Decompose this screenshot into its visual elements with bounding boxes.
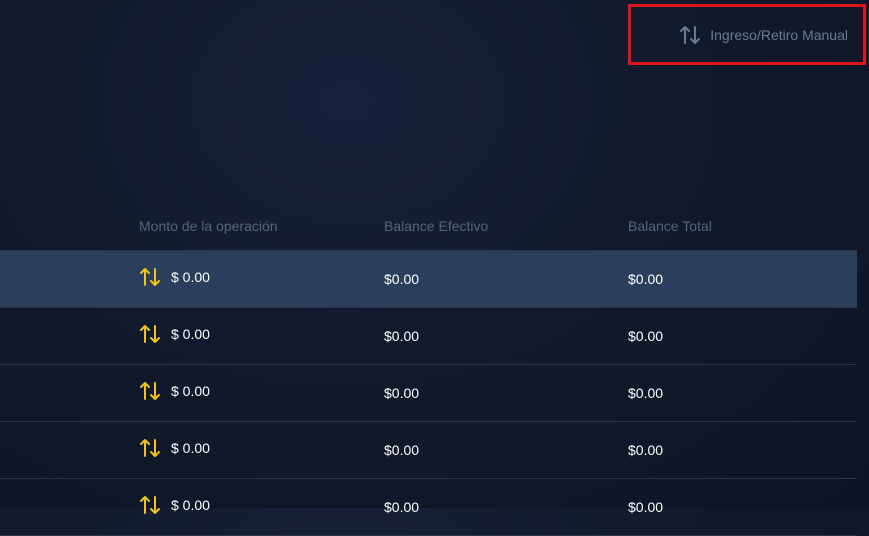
transfer-arrows-icon bbox=[139, 380, 161, 402]
column-header-amount: Monto de la operación bbox=[139, 218, 278, 234]
transactions-table: $ 0.00 $0.00 $0.00 $ 0.00 $0.00 $0.00 $ … bbox=[0, 250, 857, 536]
table-row[interactable]: $ 0.00 $0.00 $0.00 bbox=[0, 308, 857, 365]
transfer-arrows-icon bbox=[139, 266, 161, 288]
amount-value: $ 0.00 bbox=[171, 326, 210, 342]
manual-deposit-withdraw-button[interactable]: Ingreso/Retiro Manual bbox=[628, 4, 866, 65]
column-header-effective-balance: Balance Efectivo bbox=[384, 218, 489, 234]
total-balance-cell: $0.00 bbox=[628, 328, 664, 344]
table-row[interactable]: $ 0.00 $0.00 $0.00 bbox=[0, 422, 857, 479]
amount-cell: $ 0.00 bbox=[139, 306, 210, 362]
amount-cell: $ 0.00 bbox=[139, 477, 210, 533]
amount-cell: $ 0.00 bbox=[139, 363, 210, 419]
table-header: Monto de la operación Balance Efectivo B… bbox=[0, 214, 857, 238]
table-row[interactable]: $ 0.00 $0.00 $0.00 bbox=[0, 365, 857, 422]
column-header-total-balance: Balance Total bbox=[628, 218, 712, 234]
manual-deposit-withdraw-label: Ingreso/Retiro Manual bbox=[710, 26, 848, 43]
total-balance-cell: $0.00 bbox=[628, 271, 664, 287]
table-row[interactable]: $ 0.00 $0.00 $0.00 bbox=[0, 250, 857, 308]
transfer-arrows-icon bbox=[139, 437, 161, 459]
effective-balance-cell: $0.00 bbox=[384, 385, 420, 401]
amount-value: $ 0.00 bbox=[171, 383, 210, 399]
total-balance-cell: $0.00 bbox=[628, 385, 664, 401]
effective-balance-cell: $0.00 bbox=[384, 328, 420, 344]
amount-cell: $ 0.00 bbox=[139, 420, 210, 476]
transfer-arrows-icon bbox=[679, 24, 701, 46]
effective-balance-cell: $0.00 bbox=[384, 499, 420, 515]
total-balance-cell: $0.00 bbox=[628, 499, 664, 515]
amount-value: $ 0.00 bbox=[171, 497, 210, 513]
transfer-arrows-icon bbox=[139, 494, 161, 516]
amount-value: $ 0.00 bbox=[171, 440, 210, 456]
effective-balance-cell: $0.00 bbox=[384, 271, 420, 287]
amount-value: $ 0.00 bbox=[171, 269, 210, 285]
effective-balance-cell: $0.00 bbox=[384, 442, 420, 458]
total-balance-cell: $0.00 bbox=[628, 442, 664, 458]
amount-cell: $ 0.00 bbox=[139, 249, 210, 305]
transfer-arrows-icon bbox=[139, 323, 161, 345]
